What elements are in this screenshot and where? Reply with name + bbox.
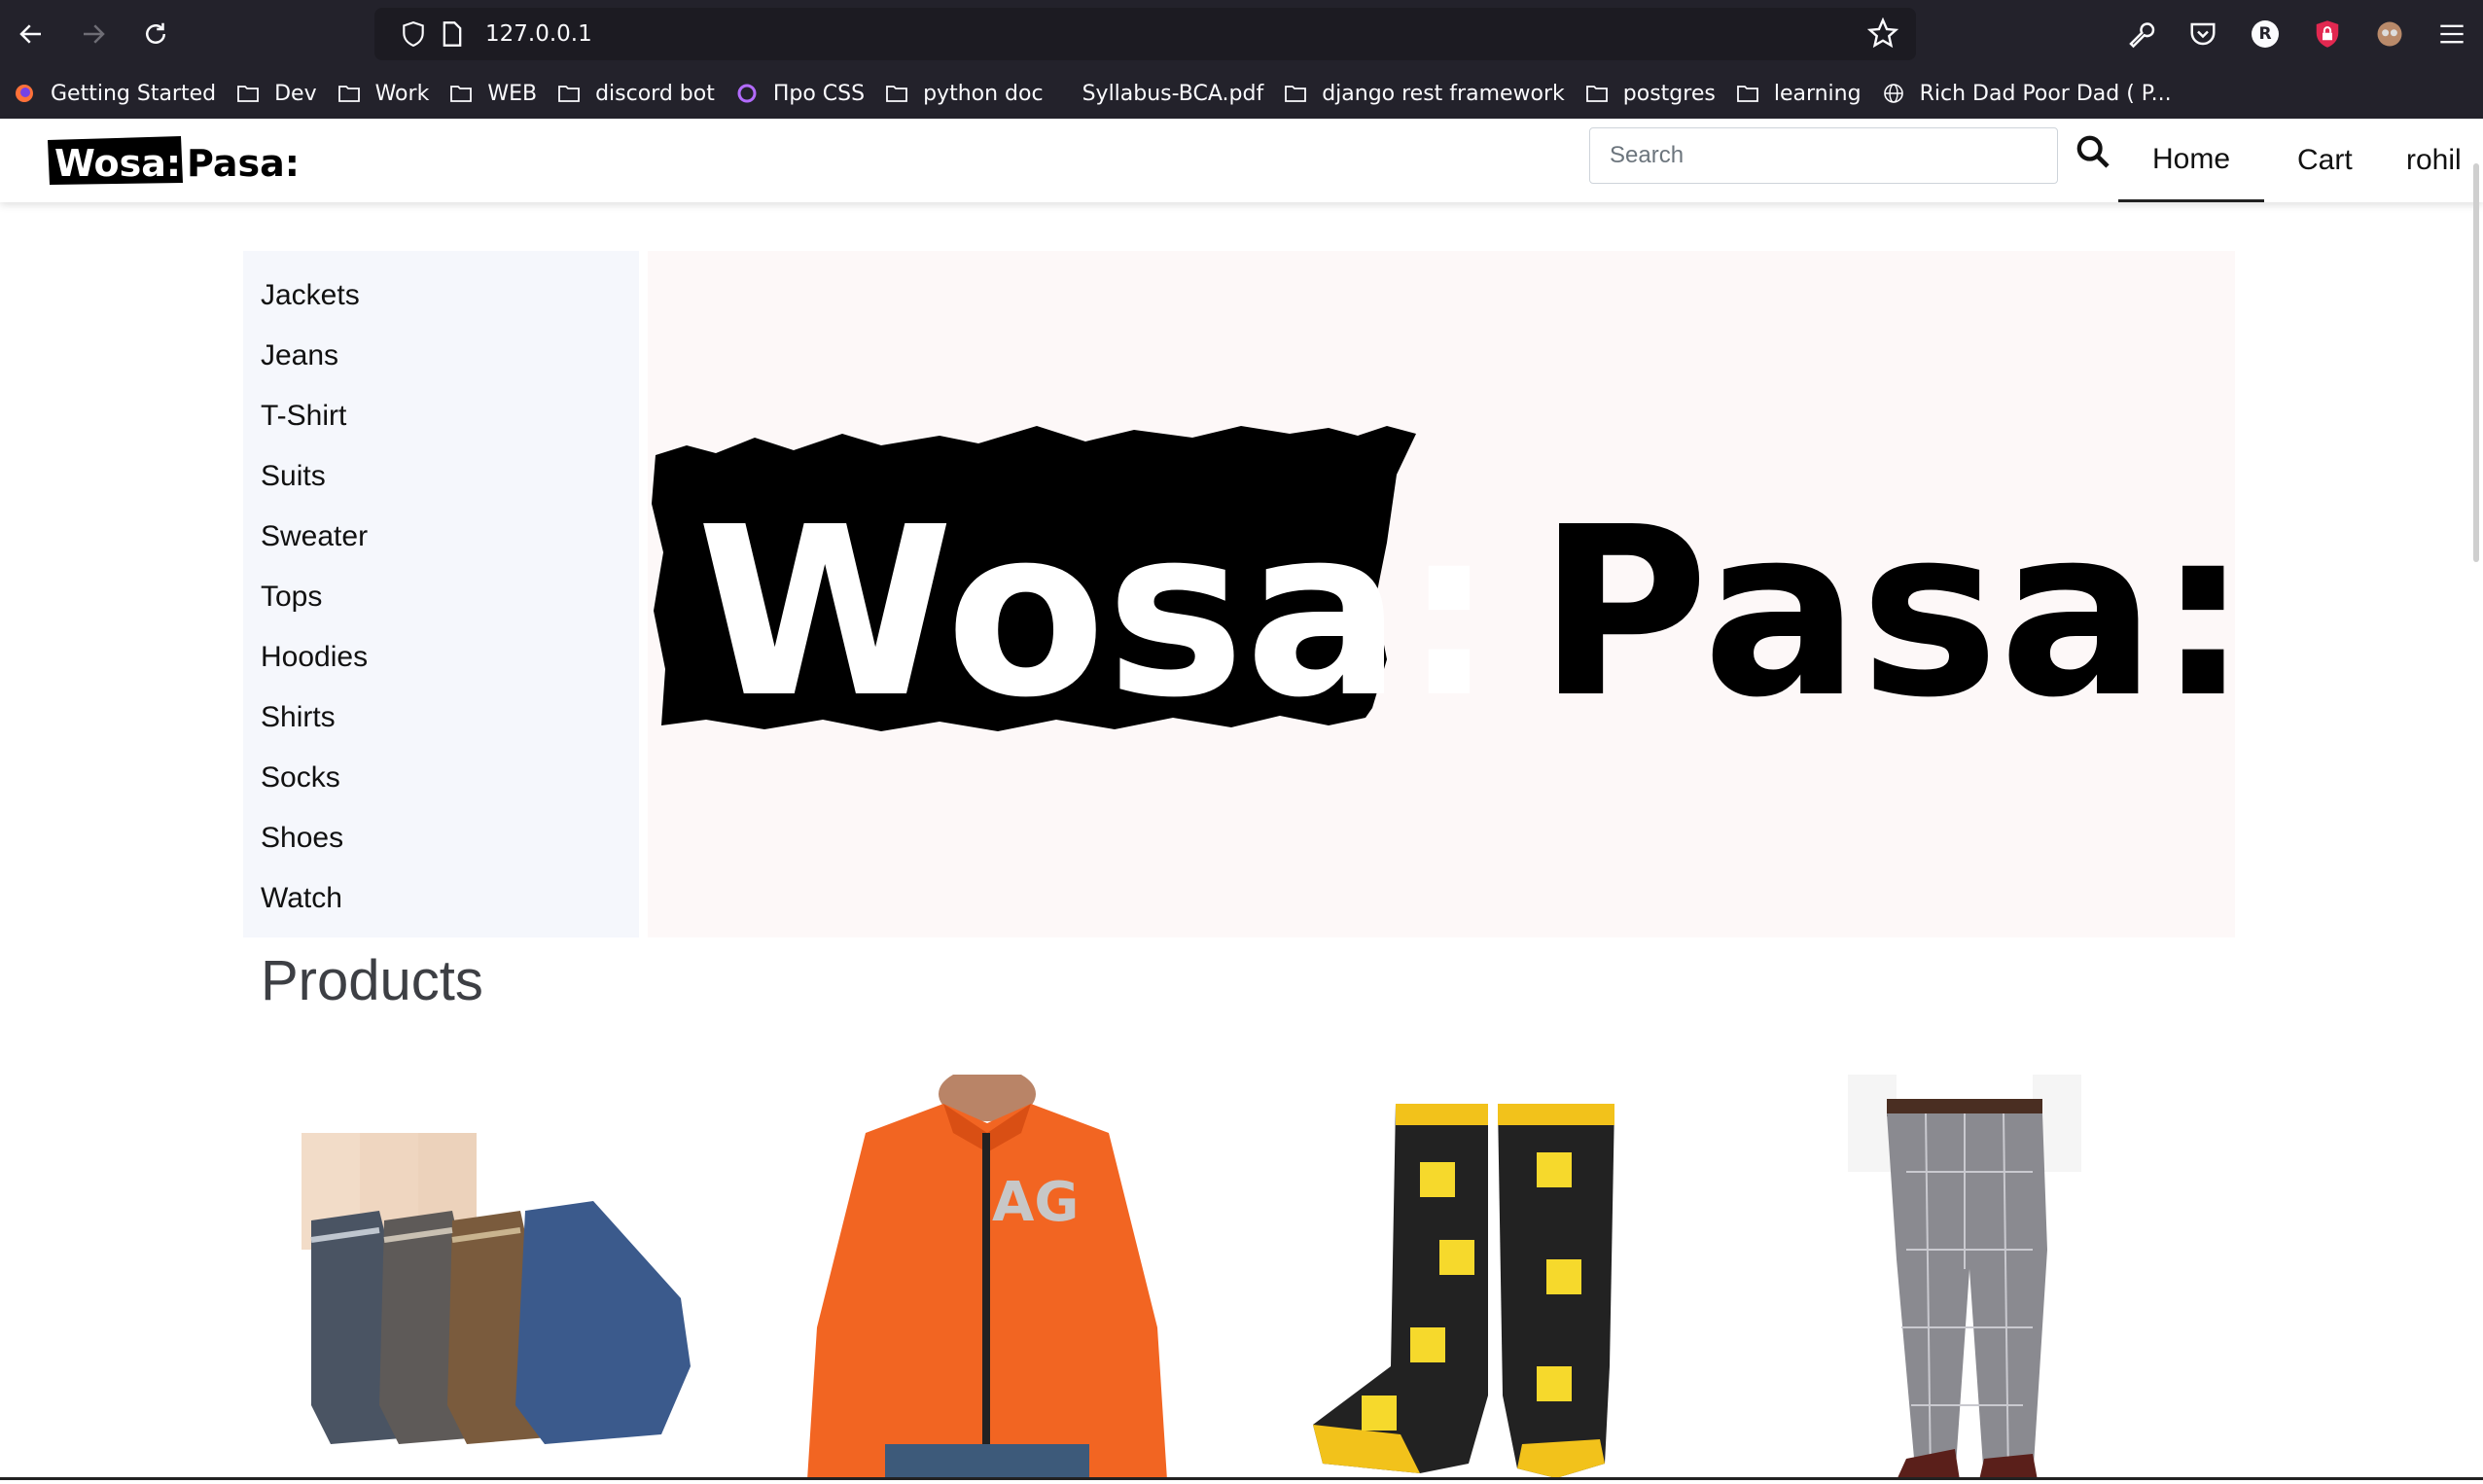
category-watch[interactable]: Watch	[261, 882, 342, 915]
bookmark-label: Dev	[274, 81, 317, 106]
arrow-left-icon	[19, 24, 41, 44]
shield-icon[interactable]	[396, 17, 431, 52]
bookmark-item[interactable]: WEB	[450, 82, 537, 106]
bookmark-item[interactable]: Getting Started	[14, 82, 216, 106]
category-jeans[interactable]: Jeans	[261, 339, 338, 372]
category-shoes[interactable]: Shoes	[261, 822, 343, 855]
hero-banner: Wosa: Pasa:	[648, 251, 2250, 937]
lock-extension-icon[interactable]	[2296, 0, 2359, 68]
address-bar[interactable]: 127.0.0.1	[374, 8, 1916, 60]
product-card-ankle-socks[interactable]	[292, 1075, 700, 1480]
category-sweater[interactable]: Sweater	[261, 520, 368, 553]
folder-icon	[1585, 84, 1615, 103]
bookmark-item[interactable]: python doc	[886, 81, 1044, 106]
category-shirts[interactable]: Shirts	[261, 701, 336, 734]
site-logo[interactable]: Wosa: Pasa:	[45, 130, 300, 191]
bookmark-item[interactable]: learning	[1736, 81, 1862, 106]
bookmark-label: Rich Dad Poor Dad ( P...	[1919, 81, 2172, 106]
folder-icon	[237, 84, 266, 103]
category-sidebar: Jackets Jeans T-Shirt Suits Sweater Tops…	[243, 251, 639, 937]
bookmark-item[interactable]: Dev	[237, 82, 317, 106]
profile-avatar[interactable]: R	[2234, 0, 2296, 68]
pocket-icon[interactable]	[2172, 0, 2234, 68]
reload-icon	[146, 22, 165, 44]
banner-logo-right: Pasa:	[1538, 477, 2235, 749]
category-hoodies[interactable]: Hoodies	[261, 641, 368, 674]
reload-button[interactable]	[124, 0, 187, 68]
bookmark-label: Про CSS	[772, 81, 866, 106]
bookmark-item[interactable]: Syllabus-BCA.pdf	[1082, 82, 1264, 106]
product-image-check-trousers	[1848, 1075, 2081, 1481]
category-t-shirt[interactable]: T-Shirt	[261, 400, 346, 433]
product-card-check-trousers[interactable]	[1838, 1075, 2130, 1481]
folder-icon	[450, 84, 479, 103]
category-suits[interactable]: Suits	[261, 460, 326, 493]
firefox-icon	[14, 83, 43, 104]
bookmark-label: python doc	[923, 81, 1044, 106]
bookmark-label: discord bot	[595, 81, 715, 106]
category-tops[interactable]: Tops	[261, 581, 322, 614]
bookmark-label: django rest framework	[1322, 81, 1565, 106]
bookmark-item[interactable]: django rest framework	[1285, 82, 1565, 106]
bookmark-label: learning	[1773, 81, 1862, 106]
logo-text-right: Pasa:	[187, 142, 298, 185]
bookmarks-bar: Getting Started Dev Work WEB discord bot Про …	[0, 68, 2483, 119]
search-icon	[2076, 135, 2110, 168]
site-navbar: Wosa: Pasa: Home Cart rohil	[0, 119, 2483, 202]
toolbar-extensions: R	[2110, 0, 2483, 68]
menu-icon[interactable]	[2421, 0, 2483, 68]
ring-icon	[736, 83, 765, 104]
bookmark-label: WEB	[487, 81, 538, 106]
product-card-spongebob-socks[interactable]	[1303, 1075, 1624, 1480]
folder-icon	[886, 84, 915, 103]
category-socks[interactable]: Socks	[261, 761, 340, 795]
extension-face-icon[interactable]	[2359, 0, 2421, 68]
arrow-right-icon	[84, 24, 105, 44]
bookmark-item[interactable]: Про CSS	[736, 82, 865, 106]
forward-button[interactable]	[62, 0, 124, 68]
search-input[interactable]	[1589, 127, 2058, 184]
category-jackets[interactable]: Jackets	[261, 279, 360, 312]
banner-logo-left: Wosa:	[696, 477, 1496, 749]
folder-icon	[1285, 84, 1314, 103]
bookmark-item[interactable]: postgres	[1585, 81, 1716, 106]
banner-logo: Wosa: Pasa:	[652, 426, 2250, 749]
page-scrollbar[interactable]	[2473, 163, 2479, 562]
back-button[interactable]	[0, 0, 62, 68]
svg-text:AG: AG	[992, 1171, 1079, 1234]
page-icon[interactable]	[435, 17, 470, 52]
product-image-ankle-socks	[302, 1133, 691, 1444]
nav-home[interactable]: Home	[2118, 119, 2264, 202]
wrench-icon[interactable]	[2110, 0, 2172, 68]
folder-icon	[558, 84, 587, 103]
product-image-spongebob-socks	[1313, 1104, 1614, 1478]
url-text[interactable]: 127.0.0.1	[485, 21, 592, 47]
folder-icon	[337, 84, 368, 103]
bookmark-label: Work	[374, 81, 430, 106]
bookmark-item[interactable]: Work	[337, 81, 430, 106]
search-button[interactable]	[2074, 132, 2112, 171]
product-card-orange-jacket[interactable]: AG	[807, 1067, 1167, 1480]
bookmark-label: Syllabus-BCA.pdf	[1082, 81, 1264, 106]
nav-cart[interactable]: Cart	[2297, 119, 2353, 202]
bookmark-label: postgres	[1622, 81, 1716, 106]
product-image-orange-jacket: AG	[807, 1067, 1167, 1480]
globe-icon	[1883, 83, 1912, 104]
nav-user[interactable]: rohil	[2406, 119, 2462, 202]
folder-icon	[1736, 84, 1766, 103]
bookmark-star-icon[interactable]	[1866, 17, 1899, 54]
products-heading: Products	[261, 949, 483, 1012]
logo-text-left: Wosa:	[54, 142, 181, 185]
bookmark-item[interactable]: Rich Dad Poor Dad ( P...	[1883, 82, 2172, 106]
bookmark-label: Getting Started	[51, 81, 217, 106]
profile-initial: R	[2258, 24, 2272, 44]
browser-toolbar: 127.0.0.1 R	[0, 0, 2483, 68]
bookmark-item[interactable]: discord bot	[558, 82, 715, 106]
